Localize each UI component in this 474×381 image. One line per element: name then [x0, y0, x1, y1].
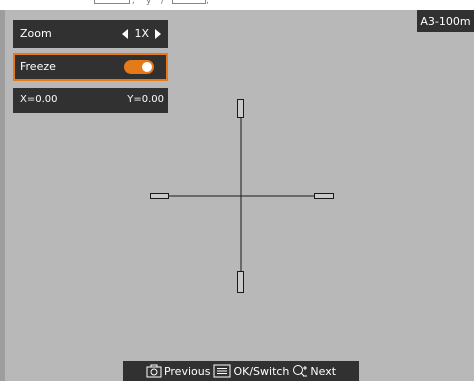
previous-hint[interactable]: Previous: [146, 364, 211, 378]
zoom-plus-minus-icon: [292, 364, 308, 378]
zoom-setting[interactable]: Zoom 1X: [13, 20, 168, 48]
zoom-label: Zoom: [20, 27, 52, 40]
next-label: Next: [310, 364, 337, 378]
x-coordinate: X=0.00: [20, 94, 58, 105]
reticle-bottom-marker: [237, 271, 244, 293]
triangle-right-icon[interactable]: [155, 28, 161, 39]
reticle-right-marker: [314, 193, 334, 199]
zoom-value: 1X: [134, 27, 149, 40]
freeze-setting[interactable]: Freeze: [13, 53, 168, 81]
menu-icon: [213, 364, 231, 378]
camera-icon: [146, 364, 162, 378]
coordinates-readout: X=0.00 Y=0.00: [13, 88, 168, 113]
switch-hint[interactable]: OK/Switch: [213, 364, 289, 378]
toggle-knob: [142, 62, 152, 72]
reticle-left-marker: [150, 193, 169, 199]
triangle-left-icon[interactable]: [122, 28, 129, 39]
range-badge: A3-100m: [417, 10, 474, 32]
y-coordinate: Y=0.00: [127, 94, 164, 105]
switch-label: OK/Switch: [233, 364, 290, 378]
reticle-top-marker: [237, 99, 244, 118]
bottom-hint-bar: Previous OK/Switch Next: [123, 361, 359, 381]
next-hint[interactable]: Next: [292, 364, 336, 378]
zoom-control: 1X: [122, 27, 161, 40]
freeze-label: Freeze: [20, 60, 56, 73]
previous-label: Previous: [163, 364, 211, 378]
freeze-toggle[interactable]: [124, 60, 154, 74]
